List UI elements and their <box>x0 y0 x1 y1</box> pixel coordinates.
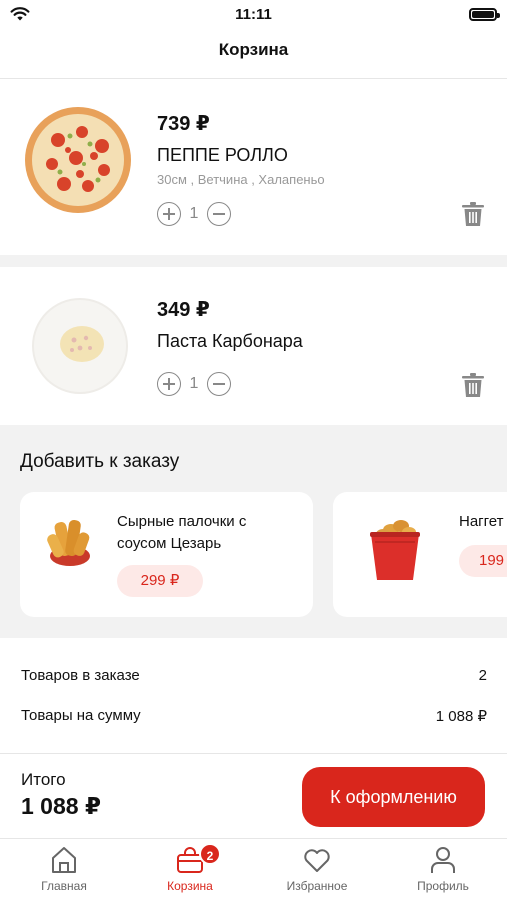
status-bar: 11:11 <box>0 0 507 32</box>
battery-icon <box>469 8 500 21</box>
plus-icon[interactable] <box>157 372 181 396</box>
quantity-value: 1 <box>189 375 199 392</box>
person-icon <box>431 847 455 873</box>
upsell-item-price[interactable]: 199 <box>459 545 507 577</box>
tab-profile[interactable]: Профиль <box>383 845 503 893</box>
tab-label: Главная <box>41 879 87 893</box>
cart-item: 349 ₽ Паста Карбонара 1 <box>0 267 507 425</box>
quantity-value: 1 <box>189 205 199 222</box>
tab-favorites[interactable]: Избранное <box>257 845 377 893</box>
upsell-item-name: Сырные палочки с соусом Цезарь <box>117 513 247 552</box>
page-title: Корзина <box>218 40 289 59</box>
item-price: 739 ₽ <box>157 113 210 135</box>
summary-items-count: Товаров в заказе 2 <box>21 667 487 684</box>
summary-value: 1 088 ₽ <box>435 708 487 725</box>
total-label: Итого <box>21 770 66 789</box>
upsell-card[interactable]: Наггет 199 <box>333 492 507 617</box>
upsell-title: Добавить к заказу <box>20 451 180 472</box>
summary-divider <box>0 753 507 754</box>
summary-label: Товаров в заказе <box>21 667 140 684</box>
upsell-item-price[interactable]: 299 ₽ <box>117 565 203 597</box>
summary-value: 2 <box>478 667 487 684</box>
item-options: 30см , Ветчина , Халапеньо <box>157 172 325 187</box>
summary-items-sum: Товары на сумму 1 088 ₽ <box>21 707 487 725</box>
tab-label: Избранное <box>286 879 348 893</box>
cheese-sticks-image <box>47 519 90 566</box>
upsell-item-name: Наггет <box>459 513 504 530</box>
tab-label: Корзина <box>167 879 213 893</box>
tabbar-divider <box>0 838 507 839</box>
checkout-button[interactable]: К оформлению <box>302 767 485 827</box>
minus-icon[interactable] <box>207 202 231 226</box>
pasta-image <box>32 298 128 394</box>
item-price: 349 ₽ <box>157 299 210 321</box>
tab-home[interactable]: Главная <box>4 845 124 893</box>
minus-icon[interactable] <box>207 372 231 396</box>
upsell-card[interactable]: Сырные палочки с соусом Цезарь 299 ₽ <box>20 492 313 617</box>
status-time: 11:11 <box>235 6 272 23</box>
trash-icon[interactable] <box>462 372 484 398</box>
quantity-stepper: 1 <box>157 202 231 226</box>
summary-label: Товары на сумму <box>21 707 141 724</box>
total-value: 1 088 ₽ <box>21 793 101 819</box>
section-divider <box>0 255 507 267</box>
cart-item: 739 ₽ ПЕППЕ РОЛЛО 30см , Ветчина , Халап… <box>0 79 507 255</box>
cart-badge: 2 <box>199 843 221 865</box>
home-icon <box>52 847 76 873</box>
pizza-image <box>25 107 131 213</box>
quantity-stepper: 1 <box>157 372 231 396</box>
tab-cart[interactable]: 2 Корзина <box>130 843 250 893</box>
plus-icon[interactable] <box>157 202 181 226</box>
item-name: Паста Карбонара <box>157 331 303 351</box>
tab-label: Профиль <box>417 879 469 893</box>
item-name: ПЕППЕ РОЛЛО <box>157 145 288 165</box>
nuggets-bucket-image <box>370 520 420 580</box>
trash-icon[interactable] <box>462 201 484 227</box>
heart-icon <box>304 849 330 872</box>
